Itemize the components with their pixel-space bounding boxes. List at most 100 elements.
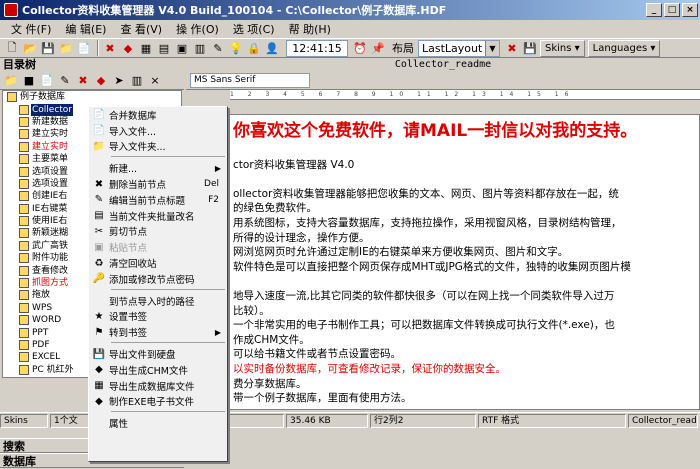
- title-bar: Collector资料收集管理器 V4.0 Build_100104 - C:\…: [0, 0, 700, 20]
- close-icon[interactable]: ×: [147, 73, 163, 89]
- layout-value: LastLayout: [422, 41, 483, 55]
- tree-node-label: 选项设置: [32, 166, 69, 177]
- new-file-icon[interactable]: 🗋: [4, 40, 20, 56]
- panel-icon[interactable]: ▥: [129, 73, 145, 89]
- node-icon: [19, 240, 29, 251]
- diamond-icon[interactable]: ◆: [93, 73, 109, 89]
- context-menu-item[interactable]: 📄 合并数据库: [89, 107, 227, 123]
- languages-button[interactable]: Languages ▾: [587, 39, 661, 57]
- maximize-button[interactable]: □: [664, 3, 680, 17]
- skins-button[interactable]: Skins ▾: [540, 39, 585, 57]
- menu-item-label: 新建...: [109, 164, 138, 176]
- context-menu-item[interactable]: 新建... ▶: [89, 160, 227, 176]
- tree-node-label: 选项设置: [32, 178, 69, 189]
- context-menu-item[interactable]: ♻ 清空回收站: [89, 255, 227, 271]
- menu-item-label: 导入文件夹...: [109, 142, 166, 154]
- menu-view[interactable]: 查 看(V): [113, 21, 169, 37]
- panel-icon[interactable]: ▥: [192, 40, 208, 56]
- minimize-button[interactable]: _: [646, 3, 662, 17]
- folder-icon[interactable]: 📁: [3, 73, 19, 89]
- status-skins[interactable]: Skins: [0, 413, 48, 428]
- node-icon: [19, 290, 29, 301]
- document-line: 作成CHM文件。: [233, 333, 310, 346]
- document-line: 所得的设计理念，操作方便。: [233, 231, 370, 244]
- document-line: 你喜欢这个免费软件，请MAIL一封信以对我的支持。: [233, 121, 638, 141]
- save-icon[interactable]: 💾: [40, 40, 56, 56]
- status-document: Collector_read: [628, 413, 698, 428]
- tree-node-label: 新建数据: [32, 116, 69, 127]
- edit-icon[interactable]: ✎: [210, 40, 226, 56]
- delete-icon[interactable]: ✖: [102, 40, 118, 56]
- context-menu-item[interactable]: 📄 导入文件...: [89, 123, 227, 139]
- user-icon[interactable]: 👤: [264, 40, 280, 56]
- document-icon[interactable]: 📄: [39, 73, 55, 89]
- app-icon: [4, 3, 18, 17]
- menu-item-icon: 📄: [92, 109, 106, 121]
- node-icon: [19, 166, 29, 177]
- menu-item-icon: ✂: [94, 225, 104, 237]
- node-icon: [19, 141, 29, 152]
- pin-icon[interactable]: 📌: [370, 40, 386, 56]
- node-icon: [19, 129, 29, 140]
- node-icon: [19, 178, 29, 189]
- tree-node[interactable]: 例子数据库: [3, 91, 181, 103]
- pencil-icon[interactable]: ✎: [57, 73, 73, 89]
- arrow-icon[interactable]: ➤: [111, 73, 127, 89]
- document-line: ollector资料收集管理器能够把您收集的文本、网页、图片等资料都存放在一起，…: [233, 187, 619, 200]
- node-icon: [19, 364, 29, 375]
- save-layout-icon[interactable]: 💾: [522, 40, 538, 56]
- bulb-icon[interactable]: 💡: [228, 40, 244, 56]
- context-menu-item[interactable]: 到节点导入时的路径: [89, 293, 227, 309]
- menu-operate[interactable]: 操 作(O): [169, 21, 226, 37]
- node-icon: [19, 265, 29, 276]
- window-icon[interactable]: ▣: [174, 40, 190, 56]
- square-icon[interactable]: ■: [21, 73, 37, 89]
- grid-icon[interactable]: ▦: [138, 40, 154, 56]
- context-menu-item[interactable]: ✂ 剪切节点: [89, 224, 227, 240]
- menu-options[interactable]: 选 项(C): [226, 21, 282, 37]
- context-menu-item[interactable]: 💾 导出文件到硬盘: [89, 346, 227, 362]
- document-icon[interactable]: 📄: [76, 40, 92, 56]
- alarm-clock-icon[interactable]: ⏰: [352, 40, 368, 56]
- lock-icon[interactable]: 🔒: [246, 40, 262, 56]
- document-editor[interactable]: 你喜欢这个免费软件，请MAIL一封信以对我的支持。 ctor资料收集管理器 V4…: [186, 114, 700, 410]
- menu-item-label: 导出文件到硬盘: [109, 350, 176, 362]
- context-menu-item[interactable]: ★ 设置书签: [89, 309, 227, 325]
- context-menu-item[interactable]: ◆ 导出生成CHM文件: [89, 362, 227, 378]
- menu-item-label: 转到书签: [109, 328, 148, 340]
- menu-item-icon: ▦: [94, 380, 104, 392]
- languages-label: Languages: [592, 42, 648, 54]
- font-select[interactable]: MS Sans Serif: [190, 73, 310, 88]
- folder-icon[interactable]: 📁: [58, 40, 74, 56]
- close-button[interactable]: ×: [682, 3, 698, 17]
- open-folder-icon[interactable]: 📂: [22, 40, 38, 56]
- context-menu-item[interactable]: 📁 导入文件夹...: [89, 139, 227, 155]
- context-menu-item[interactable]: ✖ 删除当前节点 Del: [89, 176, 227, 192]
- tree-node-label: 查看修改: [32, 265, 69, 276]
- right-panel: Collector_readme MS Sans Serif 1 2 3 4 5…: [186, 58, 700, 410]
- context-menu-item[interactable]: ✎ 编辑当前节点标题 F2: [89, 192, 227, 208]
- menu-edit[interactable]: 编 辑(E): [58, 21, 113, 37]
- context-menu-item[interactable]: ▤ 当前文件夹批量改名: [89, 208, 227, 224]
- context-menu-item[interactable]: ◆ 制作EXE电子书文件: [89, 394, 227, 410]
- node-icon: [19, 327, 29, 338]
- tree-node-label: PC 机红外: [32, 364, 74, 375]
- context-menu-item[interactable]: ⚑ 转到书签 ▶: [89, 324, 227, 340]
- menu-file[interactable]: 文 件(F): [4, 21, 58, 37]
- context-menu-item[interactable]: 属性: [89, 415, 227, 431]
- document-line: 网浏览网页时允许通过定制IE的右键菜单来方便收集网页、图片和文字。: [233, 246, 569, 259]
- list-icon[interactable]: ▤: [156, 40, 172, 56]
- menu-help[interactable]: 帮 助(H): [282, 21, 338, 37]
- context-menu-item[interactable]: ▦ 导出生成数据库文件: [89, 378, 227, 394]
- menu-item-label: 清空回收站: [109, 259, 157, 271]
- menu-item-icon: ⚑: [94, 326, 104, 338]
- context-menu-item[interactable]: 🔑 添加或修改节点密码: [89, 271, 227, 287]
- delete-layout-icon[interactable]: ✖: [504, 40, 520, 56]
- document-line: 可以给书籍文件或者节点设置密码。: [233, 348, 401, 361]
- layout-select[interactable]: LastLayout ▼: [418, 39, 500, 57]
- delete-icon[interactable]: ✖: [75, 73, 91, 89]
- diamond-icon[interactable]: ◆: [120, 40, 136, 56]
- menu-item-label: 合并数据库: [109, 110, 157, 122]
